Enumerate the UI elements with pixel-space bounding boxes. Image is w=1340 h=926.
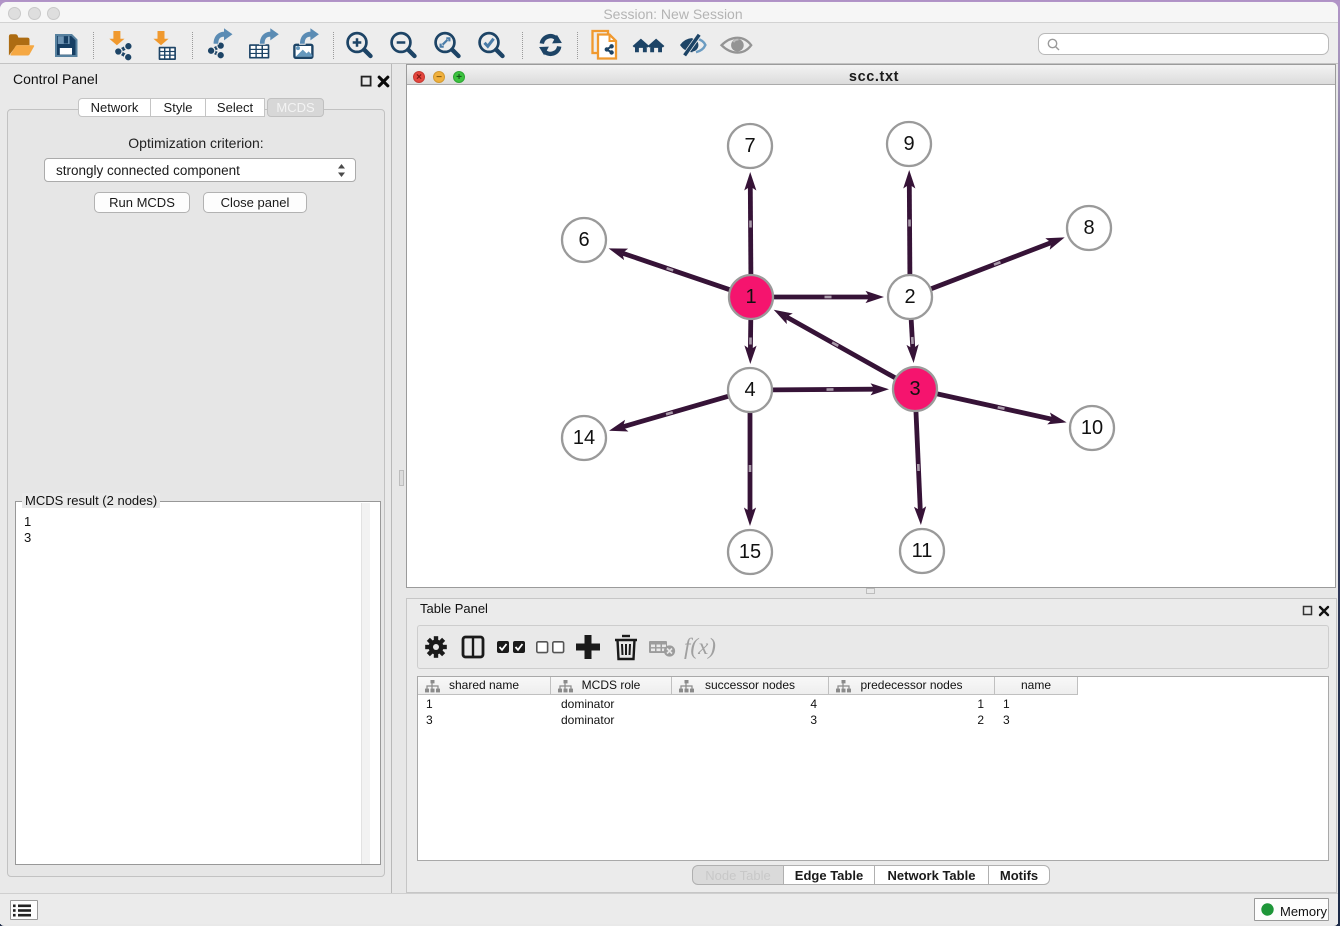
svg-text:1: 1 <box>745 286 756 308</box>
svg-text:7: 7 <box>744 135 755 157</box>
svg-text:8: 8 <box>1083 217 1094 239</box>
svg-text:15: 15 <box>739 541 761 563</box>
svg-text:6: 6 <box>578 229 589 251</box>
svg-text:2: 2 <box>904 286 915 308</box>
svg-text:4: 4 <box>744 379 755 401</box>
svg-text:3: 3 <box>909 378 920 400</box>
svg-text:f(x): f(x) <box>684 634 716 659</box>
svg-text:14: 14 <box>573 427 595 449</box>
svg-text:10: 10 <box>1081 417 1103 439</box>
svg-text:9: 9 <box>903 133 914 155</box>
svg-text:11: 11 <box>912 540 933 562</box>
